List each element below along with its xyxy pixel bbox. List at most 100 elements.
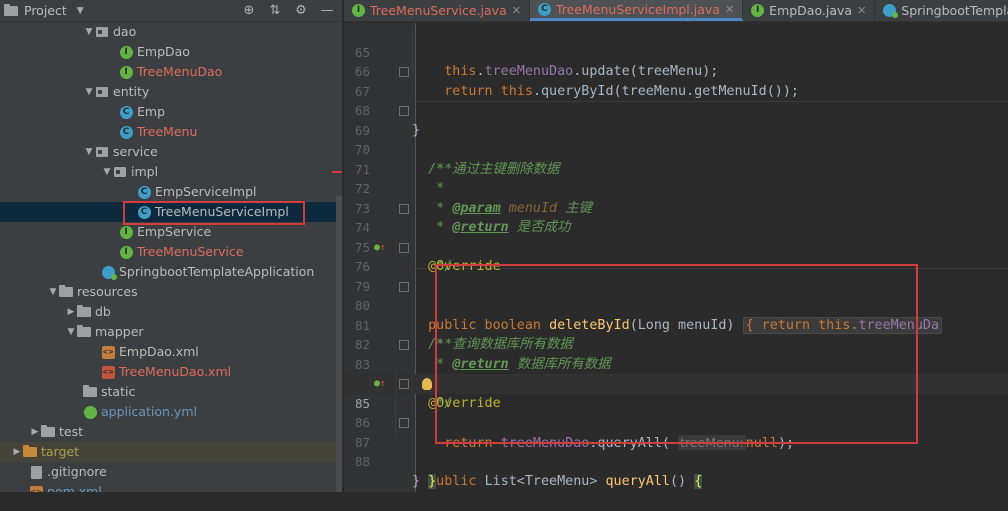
tree-item-label: application.yml [101,404,197,419]
tree-item-label: pom.xml [47,484,102,492]
fold-marker-icon[interactable] [399,340,409,350]
implements-icon[interactable]: ●↑ [374,374,385,395]
fold-marker-icon[interactable] [399,418,409,428]
fold-marker-icon[interactable] [399,281,409,292]
tree-item-treemenudao[interactable]: I TreeMenuDao [0,62,342,82]
expand-arrow-icon[interactable]: ▼ [83,142,95,162]
tree-item-treemenuserviceimpl[interactable]: C TreeMenuServiceImpl [0,202,342,222]
tab-treemenuserviceimpl[interactable]: C TreeMenuServiceImpl.java ✕ [529,0,744,21]
code-line-79: 79 [354,278,370,294]
chevron-down-icon: ▼ [76,5,84,16]
package-icon [113,165,127,179]
tree-scrollbar[interactable] [336,196,342,492]
fold-marker-icon[interactable] [399,106,409,116]
tab-label: EmpDao.java [769,3,853,18]
collapse-arrow-icon[interactable]: ▶ [29,422,41,442]
tree-item-entity[interactable]: ▼ entity [0,82,342,102]
expand-arrow-icon[interactable]: ▼ [65,322,77,342]
fold-marker-icon[interactable] [399,242,409,253]
tree-item-static[interactable]: static [0,382,342,402]
tree-item-dao[interactable]: ▼ dao [0,22,342,42]
code-line-69: 69 /** [344,101,1008,177]
code-line-72: 72 * @param menuId 主键 [354,181,592,216]
code-line-70: 70 * 通过主键删除数据 [354,142,560,177]
tab-label: SpringbootTemplateAp [901,3,1008,18]
class-icon: C [537,2,551,16]
tree-item-label: EmpServiceImpl [155,184,257,199]
tab-label: TreeMenuServiceImpl.java [555,1,720,17]
code-line-73: 73 * @return 是否成功 [354,200,571,236]
close-tab-icon[interactable]: ✕ [725,3,734,16]
text-file-icon [29,465,43,479]
code-line-87: 87 } [344,413,1008,489]
tree-item-treemenudao-xml[interactable]: <> TreeMenuDao.xml [0,362,342,382]
locate-target-icon[interactable]: ⊕ [242,3,256,18]
code-line-76: 76 ●↑ public boolean deleteById(Long men… [344,238,1008,334]
tree-item-label: test [59,424,84,439]
lightbulb-icon[interactable] [422,378,432,390]
class-icon: C [137,185,151,199]
fold-marker-icon[interactable] [399,203,409,214]
spring-app-icon [101,265,117,280]
tree-item-application-yml[interactable]: application.yml [0,402,342,422]
close-tab-icon[interactable]: ✕ [857,4,866,17]
tree-item-label: db [95,304,111,319]
collapse-all-icon[interactable]: ⇅ [268,3,282,18]
tree-item-service[interactable]: ▼ service [0,142,342,162]
tree-item-label: EmpService [137,224,212,239]
tree-item-mapper[interactable]: ▼ mapper [0,322,342,342]
code-line-83: 83 */ [344,335,1008,411]
code-line-80: 80 /** [344,277,1008,352]
tree-item-target[interactable]: ▶ target [0,442,342,462]
fold-marker-icon[interactable] [399,379,409,389]
tab-empdao[interactable]: I EmpDao.java ✕ [743,0,876,21]
tree-item-label: TreeMenuServiceImpl [155,204,289,219]
code-line-74: 74 */ [344,199,1008,274]
tree-item-empserviceimpl[interactable]: C EmpServiceImpl [0,182,342,202]
tree-item-empdao[interactable]: I EmpDao [0,42,342,62]
tree-item-treemenu[interactable]: C TreeMenu [0,122,342,142]
tab-springbootapplication[interactable]: SpringbootTemplateAp [875,0,1008,21]
collapse-arrow-icon[interactable]: ▶ [11,442,23,462]
interface-icon: I [352,4,365,17]
package-icon [95,25,109,39]
code-line-88: 88 } [354,454,421,489]
tree-item-label: TreeMenuDao.xml [119,364,232,379]
tree-item-pom-xml[interactable]: <> pom.xml [0,482,342,492]
tree-item-label: entity [113,84,150,99]
tree-item-springbootapp[interactable]: SpringbootTemplateApplication [0,262,342,282]
tree-item-label: TreeMenu [137,124,198,139]
interface-icon: I [119,45,133,59]
fold-marker-icon[interactable] [399,67,409,77]
minimize-icon[interactable]: — [320,3,334,18]
project-view-selector[interactable]: Project ▼ [2,3,84,18]
tab-treemenuservice[interactable]: I TreeMenuService.java ✕ [344,0,530,21]
code-area[interactable]: 65 this.treeMenuDao.update(treeMenu); 66… [344,23,1008,492]
expand-arrow-icon[interactable]: ▼ [83,22,95,42]
implements-icon[interactable]: ●↑ [374,238,385,259]
tree-item-label: resources [77,284,138,299]
package-icon [95,145,109,159]
tree-item-empservice[interactable]: I EmpService [0,222,342,242]
tree-item-impl[interactable]: ▼ impl [0,162,342,182]
tree-item-treemenuservice[interactable]: I TreeMenuService [0,242,342,262]
expand-arrow-icon[interactable]: ▼ [47,282,59,302]
close-tab-icon[interactable]: ✕ [512,4,521,17]
tree-item-test[interactable]: ▶ test [0,422,342,442]
tree-item-emp[interactable]: C Emp [0,102,342,122]
code-line-75: 75 @Override [354,239,501,275]
editor-tabs: I TreeMenuService.java ✕ C TreeMenuServi… [344,0,1008,22]
tree-item-db[interactable]: ▶ db [0,302,342,322]
tree-item-empdao-xml[interactable]: <> EmpDao.xml [0,342,342,362]
interface-icon: I [119,65,133,79]
tree-item-label: TreeMenuService [137,244,244,259]
expand-arrow-icon[interactable]: ▼ [101,162,113,182]
settings-gear-icon[interactable]: ⚙ [294,3,308,18]
maven-file-icon: <> [29,485,43,492]
expand-arrow-icon[interactable]: ▼ [83,82,95,102]
tree-item-gitignore[interactable]: .gitignore [0,462,342,482]
resources-folder-icon [59,285,73,299]
project-panel: Project ▼ ⊕ ⇅ ⚙ — ▼ dao I EmpDao I TreeM… [0,0,343,492]
tree-item-resources[interactable]: ▼ resources [0,282,342,302]
collapse-arrow-icon[interactable]: ▶ [65,302,77,322]
